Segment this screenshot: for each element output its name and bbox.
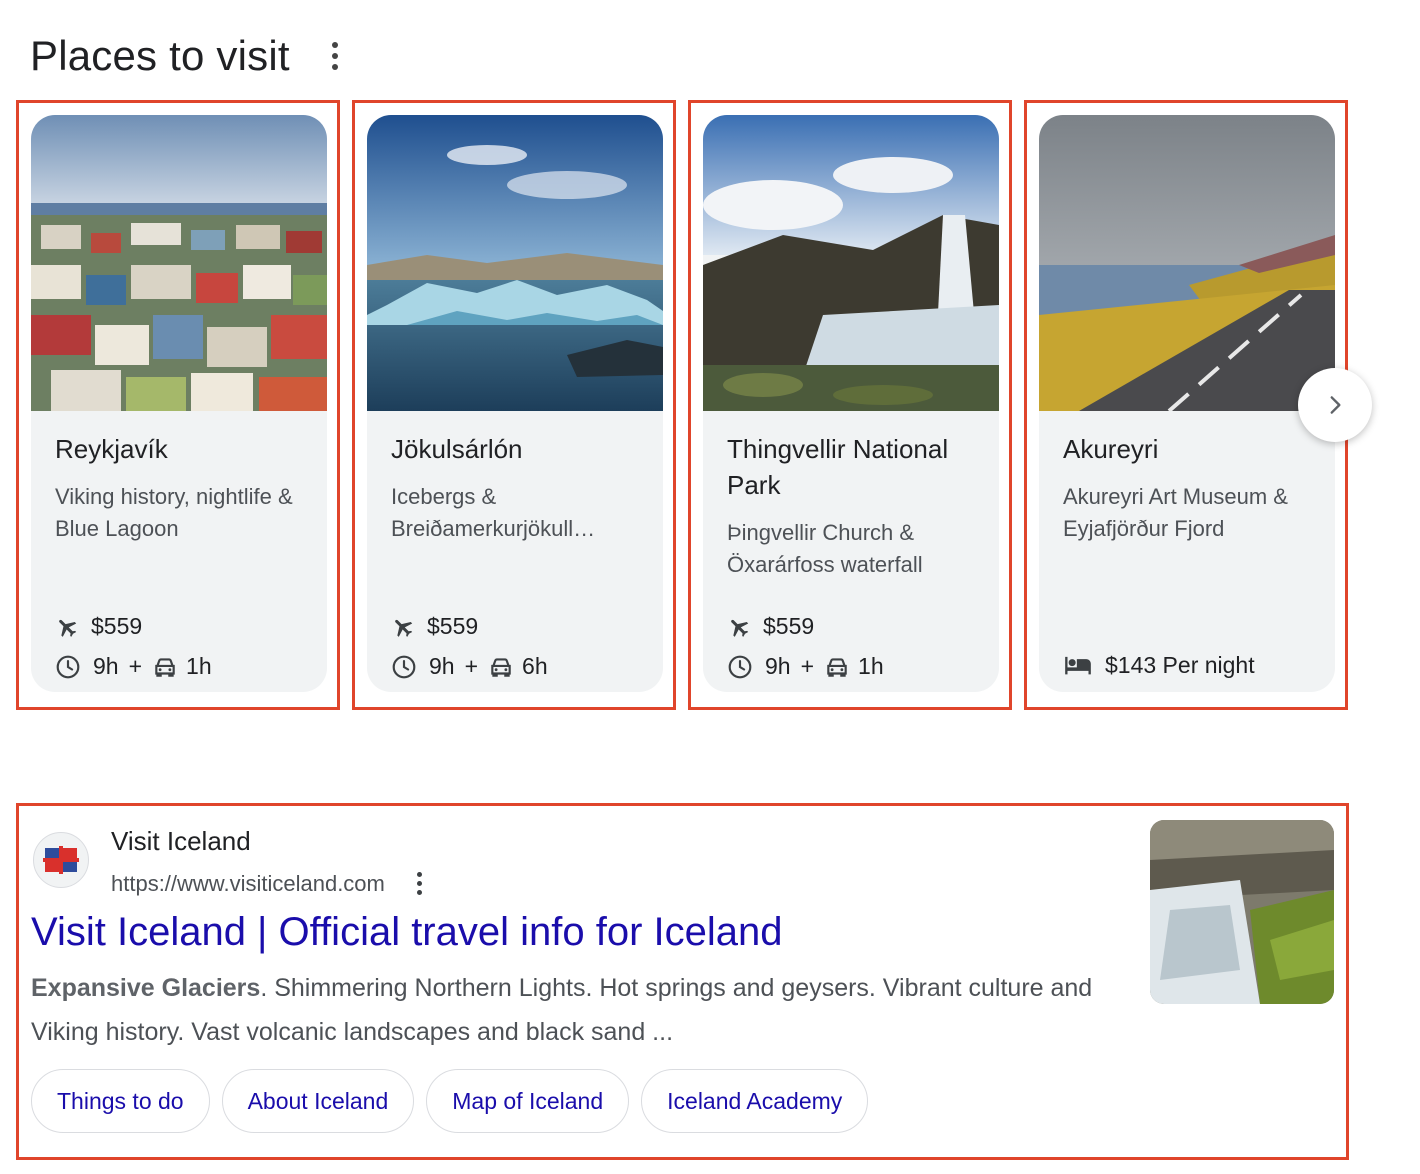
section-header: Places to visit [30, 28, 342, 84]
flight-price: $559 [763, 613, 815, 639]
clock-icon [727, 654, 753, 680]
plus-sign: + [800, 653, 815, 679]
more-vert-icon[interactable] [328, 36, 342, 76]
car-icon [152, 654, 178, 680]
car-icon [824, 654, 850, 680]
place-image [1039, 115, 1335, 411]
result-title-link[interactable]: Visit Iceland | Official travel info for… [31, 910, 783, 955]
place-card-thingvellir[interactable]: Thingvellir National Park Þingvellir Chu… [703, 115, 999, 692]
car-icon [488, 654, 514, 680]
airplane-icon [727, 615, 751, 639]
place-image [367, 115, 663, 411]
site-url: https://www.visiticeland.com [111, 870, 385, 896]
clock-icon [55, 654, 81, 680]
search-result: Visit Iceland https://www.visiticeland.c… [16, 803, 1349, 1160]
chip-things-to-do[interactable]: Things to do [31, 1069, 210, 1133]
flight-info: $559 [55, 613, 311, 640]
chip-about-iceland[interactable]: About Iceland [221, 1069, 415, 1133]
place-name: Jökulsárlón [391, 434, 523, 464]
flight-price: $559 [427, 613, 479, 639]
carousel-next-button[interactable] [1298, 368, 1372, 442]
travel-time: 9h + 1h [55, 653, 311, 680]
result-thumbnail[interactable] [1150, 820, 1334, 1004]
hotel-price: $143 Per night [1105, 651, 1255, 678]
place-description: Viking history, nightlife & Blue Lagoon [55, 484, 293, 541]
card-body: Jökulsárlón Icebergs & Breiðamerkurjökul… [391, 431, 647, 692]
place-image [703, 115, 999, 411]
place-card-frame: Reykjavík Viking history, nightlife & Bl… [16, 100, 340, 710]
flight-time: 9h [93, 653, 119, 679]
site-favicon-icon [33, 832, 89, 888]
section-title: Places to visit [30, 32, 290, 79]
place-name: Reykjavík [55, 434, 168, 464]
place-card-frame: Jökulsárlón Icebergs & Breiðamerkurjökul… [352, 100, 676, 710]
result-snippet: Expansive Glaciers. Shimmering Northern … [31, 966, 1111, 1054]
place-description: Þingvellir Church & Öxarárfoss waterfall [727, 520, 923, 577]
travel-time: 9h + 1h [727, 653, 983, 680]
place-name: Akureyri [1063, 434, 1159, 464]
more-vert-icon[interactable] [413, 866, 426, 901]
chip-iceland-academy[interactable]: Iceland Academy [641, 1069, 869, 1133]
card-body: Akureyri Akureyri Art Museum & Eyjafjörð… [1063, 431, 1319, 692]
place-card-reykjavik[interactable]: Reykjavík Viking history, nightlife & Bl… [31, 115, 327, 692]
snippet-highlight: Expansive Glaciers [31, 974, 261, 1002]
card-body: Reykjavík Viking history, nightlife & Bl… [55, 431, 311, 692]
flight-time: 9h [765, 653, 791, 679]
flight-time: 9h [429, 653, 455, 679]
place-image [31, 115, 327, 411]
travel-time: 9h + 6h [391, 653, 647, 680]
sitelink-chips: Things to do About Iceland Map of Icelan… [31, 1069, 869, 1133]
site-name: Visit Iceland [111, 826, 251, 856]
place-name: Thingvellir National Park [727, 434, 949, 500]
hotel-info: $143 Per night [1063, 651, 1319, 679]
card-body: Thingvellir National Park Þingvellir Chu… [727, 431, 983, 692]
place-card-frame: Thingvellir National Park Þingvellir Chu… [688, 100, 1012, 710]
flight-info: $559 [391, 613, 647, 640]
site-url-row: https://www.visiticeland.com [111, 866, 426, 901]
bed-icon [1063, 651, 1093, 679]
plus-sign: + [464, 653, 479, 679]
flight-price: $559 [91, 613, 143, 639]
drive-time: 1h [186, 653, 212, 679]
place-description: Akureyri Art Museum & Eyjafjörður Fjord [1063, 484, 1288, 541]
place-description: Icebergs & Breiðamerkurjökull… [391, 484, 596, 541]
airplane-icon [55, 615, 79, 639]
chevron-right-icon [1330, 396, 1341, 414]
flight-info: $559 [727, 613, 983, 640]
plus-sign: + [128, 653, 143, 679]
airplane-icon [391, 615, 415, 639]
drive-time: 1h [858, 653, 884, 679]
place-card-akureyri[interactable]: Akureyri Akureyri Art Museum & Eyjafjörð… [1039, 115, 1335, 692]
chip-map-of-iceland[interactable]: Map of Iceland [426, 1069, 630, 1133]
place-card-jokulsarlon[interactable]: Jökulsárlón Icebergs & Breiðamerkurjökul… [367, 115, 663, 692]
drive-time: 6h [522, 653, 548, 679]
clock-icon [391, 654, 417, 680]
